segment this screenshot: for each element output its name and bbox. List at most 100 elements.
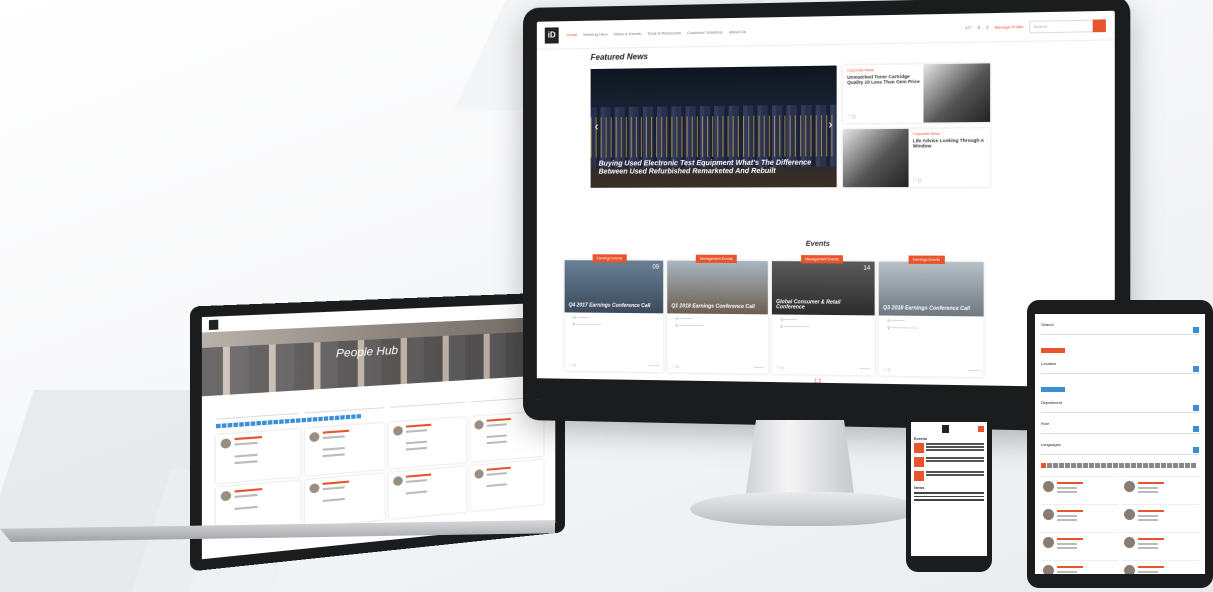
letter-button[interactable]: [345, 414, 351, 420]
like-icon[interactable]: ♡ ◻: [883, 367, 890, 371]
letter-button[interactable]: [1179, 463, 1184, 468]
phone-event-item[interactable]: [914, 457, 984, 467]
letter-button[interactable]: [256, 420, 261, 426]
news-line[interactable]: [914, 499, 984, 501]
person-item[interactable]: [1041, 532, 1118, 556]
letter-button[interactable]: [301, 417, 307, 423]
nav-link-working-here[interactable]: Working Here: [583, 31, 607, 36]
letter-button[interactable]: [1143, 463, 1148, 468]
phone-event-item[interactable]: [914, 443, 984, 453]
letter-button[interactable]: [1125, 463, 1130, 468]
person-card[interactable]: [388, 417, 466, 469]
letter-button[interactable]: [233, 422, 239, 428]
letter-button[interactable]: [1053, 463, 1058, 468]
letter-button[interactable]: [356, 414, 361, 419]
news-line[interactable]: [914, 495, 984, 497]
nav-link-about-us[interactable]: About Us: [729, 29, 746, 34]
letter-button[interactable]: [1113, 463, 1118, 468]
phone-event-item[interactable]: [914, 471, 984, 481]
letter-button[interactable]: [1083, 463, 1088, 468]
person-item[interactable]: [1122, 504, 1199, 528]
letter-button[interactable]: [1041, 463, 1046, 468]
letter-button[interactable]: [1095, 463, 1100, 468]
logo-icon[interactable]: iD: [544, 26, 559, 44]
filter-icon[interactable]: ▽: [986, 25, 989, 30]
letter-button[interactable]: [307, 417, 312, 423]
letter-button[interactable]: [1119, 463, 1124, 468]
logo-icon[interactable]: [208, 319, 219, 330]
news-line[interactable]: [914, 492, 984, 494]
letter-button[interactable]: [1185, 463, 1190, 468]
person-item[interactable]: [1122, 560, 1199, 574]
event-title[interactable]: Q3 2018 Earnings Conference Call: [883, 305, 979, 313]
search-input[interactable]: [1041, 327, 1199, 335]
department-input[interactable]: [1041, 405, 1199, 413]
letter-button[interactable]: [1077, 463, 1082, 468]
filter-field[interactable]: [390, 384, 466, 408]
letter-button[interactable]: [1161, 463, 1166, 468]
link-icon[interactable]: ⚲: [977, 25, 980, 30]
event-title[interactable]: Q4 2017 Earnings Conference Call: [569, 303, 659, 311]
person-card[interactable]: [469, 459, 544, 512]
letter-button[interactable]: [329, 415, 334, 421]
event-title[interactable]: Q1 2018 Earnings Conference Call: [671, 304, 763, 312]
chevron-left-icon[interactable]: ‹: [595, 119, 599, 133]
event-card[interactable]: Management Events 14 Global Consumer & R…: [771, 255, 875, 376]
nav-link-news-events[interactable]: News & Events: [614, 31, 641, 37]
letter-button[interactable]: [1101, 463, 1106, 468]
nav-link-home[interactable]: Home: [567, 32, 578, 37]
letter-button[interactable]: [273, 419, 279, 425]
person-card[interactable]: [304, 473, 385, 528]
letter-button[interactable]: [1071, 463, 1076, 468]
letter-button[interactable]: [312, 417, 318, 422]
letter-button[interactable]: [1137, 463, 1142, 468]
comment-icon[interactable]: ♡ ◻: [913, 178, 922, 183]
logo-icon[interactable]: [942, 425, 949, 433]
letter-button[interactable]: [221, 423, 227, 428]
letter-button[interactable]: [1173, 463, 1178, 468]
letter-button[interactable]: [1065, 463, 1070, 468]
filter-field[interactable]: [215, 394, 299, 420]
person-item[interactable]: [1041, 476, 1118, 500]
letter-button[interactable]: [279, 419, 284, 424]
filter-field[interactable]: [304, 389, 384, 414]
event-card[interactable]: Earnings Events 09 Q4 2017 Earnings Conf…: [564, 254, 664, 373]
letter-button[interactable]: [334, 415, 340, 421]
letter-button[interactable]: [1191, 463, 1196, 468]
menu-icon[interactable]: [978, 426, 984, 432]
side-news-item[interactable]: Corporate News Life Advice Looking Throu…: [842, 128, 991, 188]
person-item[interactable]: [1041, 504, 1118, 528]
letter-button[interactable]: [340, 415, 345, 420]
person-card[interactable]: [388, 466, 466, 520]
search-input[interactable]: Search: [1029, 18, 1106, 33]
event-card[interactable]: Management Events Q1 2018 Earnings Confe…: [667, 254, 768, 374]
search-icon[interactable]: [1092, 18, 1106, 32]
person-item[interactable]: [1122, 476, 1199, 500]
letter-button[interactable]: [284, 418, 290, 424]
like-icon[interactable]: ♡ ◻: [671, 364, 678, 368]
letter-button[interactable]: [1059, 463, 1064, 468]
letter-button[interactable]: [323, 416, 329, 421]
role-input[interactable]: [1041, 426, 1199, 434]
chevron-right-icon[interactable]: ›: [828, 117, 832, 131]
letter-button[interactable]: [1131, 463, 1136, 468]
hero-caption[interactable]: Buying Used Electronic Test Equipment Wh…: [599, 159, 824, 178]
like-icon[interactable]: ♡ ◻: [776, 366, 783, 370]
featured-news-carousel[interactable]: ‹ › Buying Used Electronic Test Equipmen…: [590, 65, 837, 188]
letter-button[interactable]: [1155, 463, 1160, 468]
location-input[interactable]: [1041, 366, 1199, 374]
letter-button[interactable]: [244, 421, 250, 427]
letter-button[interactable]: [1089, 463, 1094, 468]
letter-button[interactable]: [239, 422, 244, 427]
comment-icon[interactable]: ♡ ◻: [847, 114, 855, 119]
event-title[interactable]: Global Consumer & Retail Conference: [776, 299, 870, 313]
letter-button[interactable]: [1047, 463, 1052, 468]
letter-button[interactable]: [215, 423, 221, 429]
letter-button[interactable]: [250, 421, 256, 426]
nav-link-customer-solutions[interactable]: Customer Solutions: [687, 29, 723, 35]
person-card[interactable]: [304, 422, 385, 476]
nav-link-tools-resources[interactable]: Tools & Resources: [647, 30, 681, 36]
letter-button[interactable]: [262, 420, 267, 426]
letter-button[interactable]: [1167, 463, 1172, 468]
event-card[interactable]: Earnings Events Q3 2018 Earnings Confere…: [878, 255, 984, 378]
